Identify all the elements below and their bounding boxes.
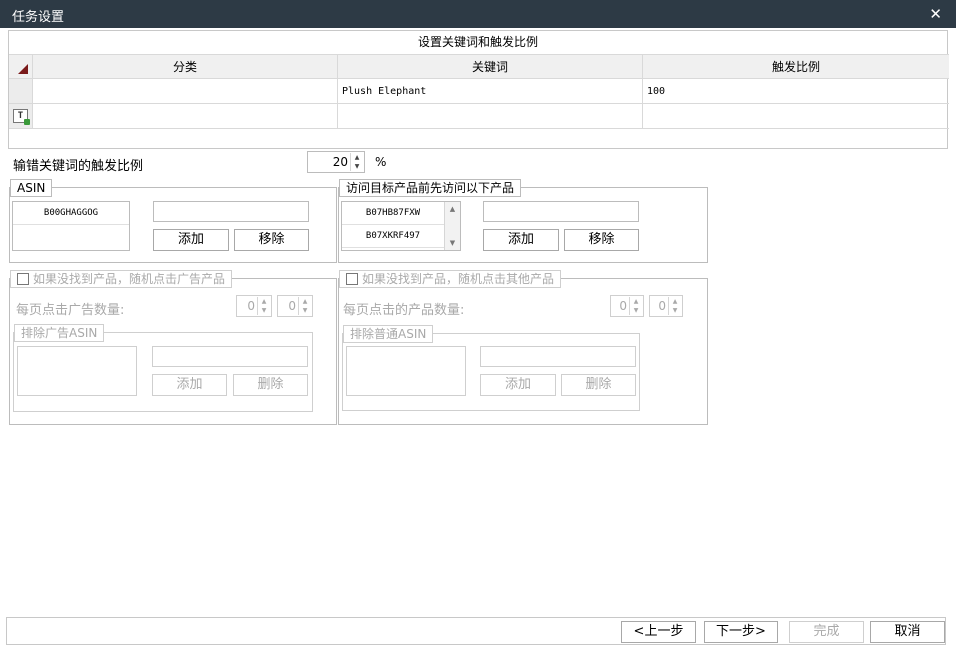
other-fallback-checkbox-box[interactable] [346, 273, 358, 285]
new-row-header[interactable]: T [9, 104, 33, 129]
grid-select-all-corner[interactable] [9, 54, 33, 79]
window-title: 任务设置 [12, 10, 65, 25]
ad-click-max-stepper[interactable]: 0 ▲ ▼ [277, 295, 313, 317]
scroll-down-icon[interactable]: ▼ [445, 236, 460, 250]
asin-group: ASIN B00GHAGGOG 添加 移除 [9, 179, 337, 263]
visit-before-legend: 访问目标产品前先访问以下产品 [339, 179, 522, 197]
scroll-up-icon[interactable]: ▲ [445, 202, 460, 216]
other-fallback-group: 如果没找到产品，随机点击其他产品 每页点击的产品数量: 0 ▲ ▼ 0 ▲ ▼ 排除… [338, 270, 708, 425]
exclude-ad-asin-list[interactable] [17, 346, 137, 396]
wrong-keyword-ratio-stepper[interactable]: 20 ▲ ▼ [307, 151, 365, 173]
grid-header-row: 分类 关键词 触发比例 [9, 54, 949, 79]
visit-before-list[interactable]: B07HB87FXW B07XKRF497 ▲ ▼ [341, 201, 461, 251]
visit-before-remove-button[interactable]: 移除 [564, 229, 639, 251]
stepper-value: 0 [288, 299, 296, 313]
finish-button[interactable]: 完成 [789, 621, 864, 643]
stepper-arrows-icon[interactable]: ▲ ▼ [629, 297, 642, 315]
percent-unit: % [375, 155, 387, 169]
asin-legend: ASIN [10, 179, 53, 197]
column-header-keyword[interactable]: 关键词 [338, 54, 643, 79]
exclude-ad-asin-group: 排除广告ASIN 添加 删除 [13, 324, 313, 412]
product-click-max-stepper[interactable]: 0 ▲ ▼ [649, 295, 683, 317]
exclude-normal-asin-list[interactable] [346, 346, 466, 396]
stepper-value: 0 [619, 299, 627, 313]
title-bar: 任务设置 ✕ [0, 0, 956, 28]
list-item[interactable]: B07XKRF497 [342, 225, 460, 248]
exclude-ad-add-button[interactable]: 添加 [152, 374, 227, 396]
stepper-arrows-icon[interactable]: ▲ ▼ [257, 297, 270, 315]
next-step-button[interactable]: 下一步> [704, 621, 778, 643]
keyword-grid: 设置关键词和触发比例 分类 关键词 触发比例 Plush Elephant 10… [8, 30, 949, 149]
row-header[interactable] [9, 79, 33, 104]
ad-fallback-checkbox-label: 如果没找到产品，随机点击广告产品 [33, 272, 226, 286]
new-row-cell-category[interactable] [33, 104, 338, 129]
stepper-arrows-icon[interactable]: ▲ ▼ [668, 297, 681, 315]
asin-add-button[interactable]: 添加 [153, 229, 229, 251]
asin-list[interactable]: B00GHAGGOG [12, 201, 130, 251]
grid-caption: 设置关键词和触发比例 [417, 35, 538, 49]
asin-input[interactable] [153, 201, 309, 222]
ad-click-min-stepper[interactable]: 0 ▲ ▼ [236, 295, 272, 317]
cell-keyword[interactable]: Plush Elephant [338, 79, 643, 104]
stepper-arrows-icon[interactable]: ▲ ▼ [298, 297, 311, 315]
other-fallback-checkbox[interactable]: 如果没找到产品，随机点击其他产品 [339, 270, 562, 288]
exclude-normal-asin-input[interactable] [480, 346, 636, 367]
column-header-ratio[interactable]: 触发比例 [643, 54, 949, 79]
new-row-cell-ratio[interactable] [643, 104, 949, 129]
list-item[interactable]: B07HB87FXW [342, 202, 460, 225]
new-row-icon: T [13, 109, 30, 125]
exclude-normal-asin-legend: 排除普通ASIN [343, 325, 434, 343]
ad-click-count-label: 每页点击广告数量: [16, 303, 125, 318]
product-click-count-label: 每页点击的产品数量: [343, 303, 465, 318]
prev-step-button[interactable]: <上一步 [621, 621, 696, 643]
table-row[interactable]: Plush Elephant 100 [9, 79, 949, 104]
close-icon[interactable]: ✕ [929, 5, 942, 23]
stepper-value: 20 [332, 155, 348, 169]
corner-triangle-icon [18, 64, 28, 74]
visit-before-scrollbar[interactable]: ▲ ▼ [444, 202, 460, 250]
other-fallback-checkbox-label: 如果没找到产品，随机点击其他产品 [362, 272, 555, 286]
exclude-ad-asin-legend: 排除广告ASIN [14, 324, 105, 342]
visit-before-add-button[interactable]: 添加 [483, 229, 559, 251]
list-item[interactable]: B00GHAGGOG [13, 202, 129, 225]
column-header-category[interactable]: 分类 [33, 54, 338, 79]
new-row[interactable]: T [9, 104, 949, 129]
stepper-value: 0 [247, 299, 255, 313]
ad-fallback-checkbox-box[interactable] [17, 273, 29, 285]
wizard-footer: <上一步 下一步> 完成 取消 [6, 617, 946, 645]
asin-remove-button[interactable]: 移除 [234, 229, 309, 251]
visit-before-group: 访问目标产品前先访问以下产品 B07HB87FXW B07XKRF497 ▲ ▼… [338, 179, 708, 263]
wrong-keyword-ratio-label: 输错关键词的触发比例 [13, 159, 144, 174]
exclude-normal-delete-button[interactable]: 删除 [561, 374, 636, 396]
visit-before-input[interactable] [483, 201, 639, 222]
new-row-cell-keyword[interactable] [338, 104, 643, 129]
ad-fallback-group: 如果没找到产品，随机点击广告产品 每页点击广告数量: 0 ▲ ▼ 0 ▲ ▼ 排除广… [9, 270, 337, 425]
stepper-value: 0 [658, 299, 666, 313]
cancel-button[interactable]: 取消 [870, 621, 945, 643]
exclude-ad-delete-button[interactable]: 删除 [233, 374, 308, 396]
cell-category[interactable] [33, 79, 338, 104]
exclude-ad-asin-input[interactable] [152, 346, 308, 367]
cell-ratio[interactable]: 100 [643, 79, 949, 104]
exclude-normal-asin-group: 排除普通ASIN 添加 删除 [342, 325, 640, 411]
product-click-min-stepper[interactable]: 0 ▲ ▼ [610, 295, 644, 317]
exclude-normal-add-button[interactable]: 添加 [480, 374, 556, 396]
stepper-arrows-icon[interactable]: ▲ ▼ [350, 153, 363, 171]
ad-fallback-checkbox[interactable]: 如果没找到产品，随机点击广告产品 [10, 270, 233, 288]
